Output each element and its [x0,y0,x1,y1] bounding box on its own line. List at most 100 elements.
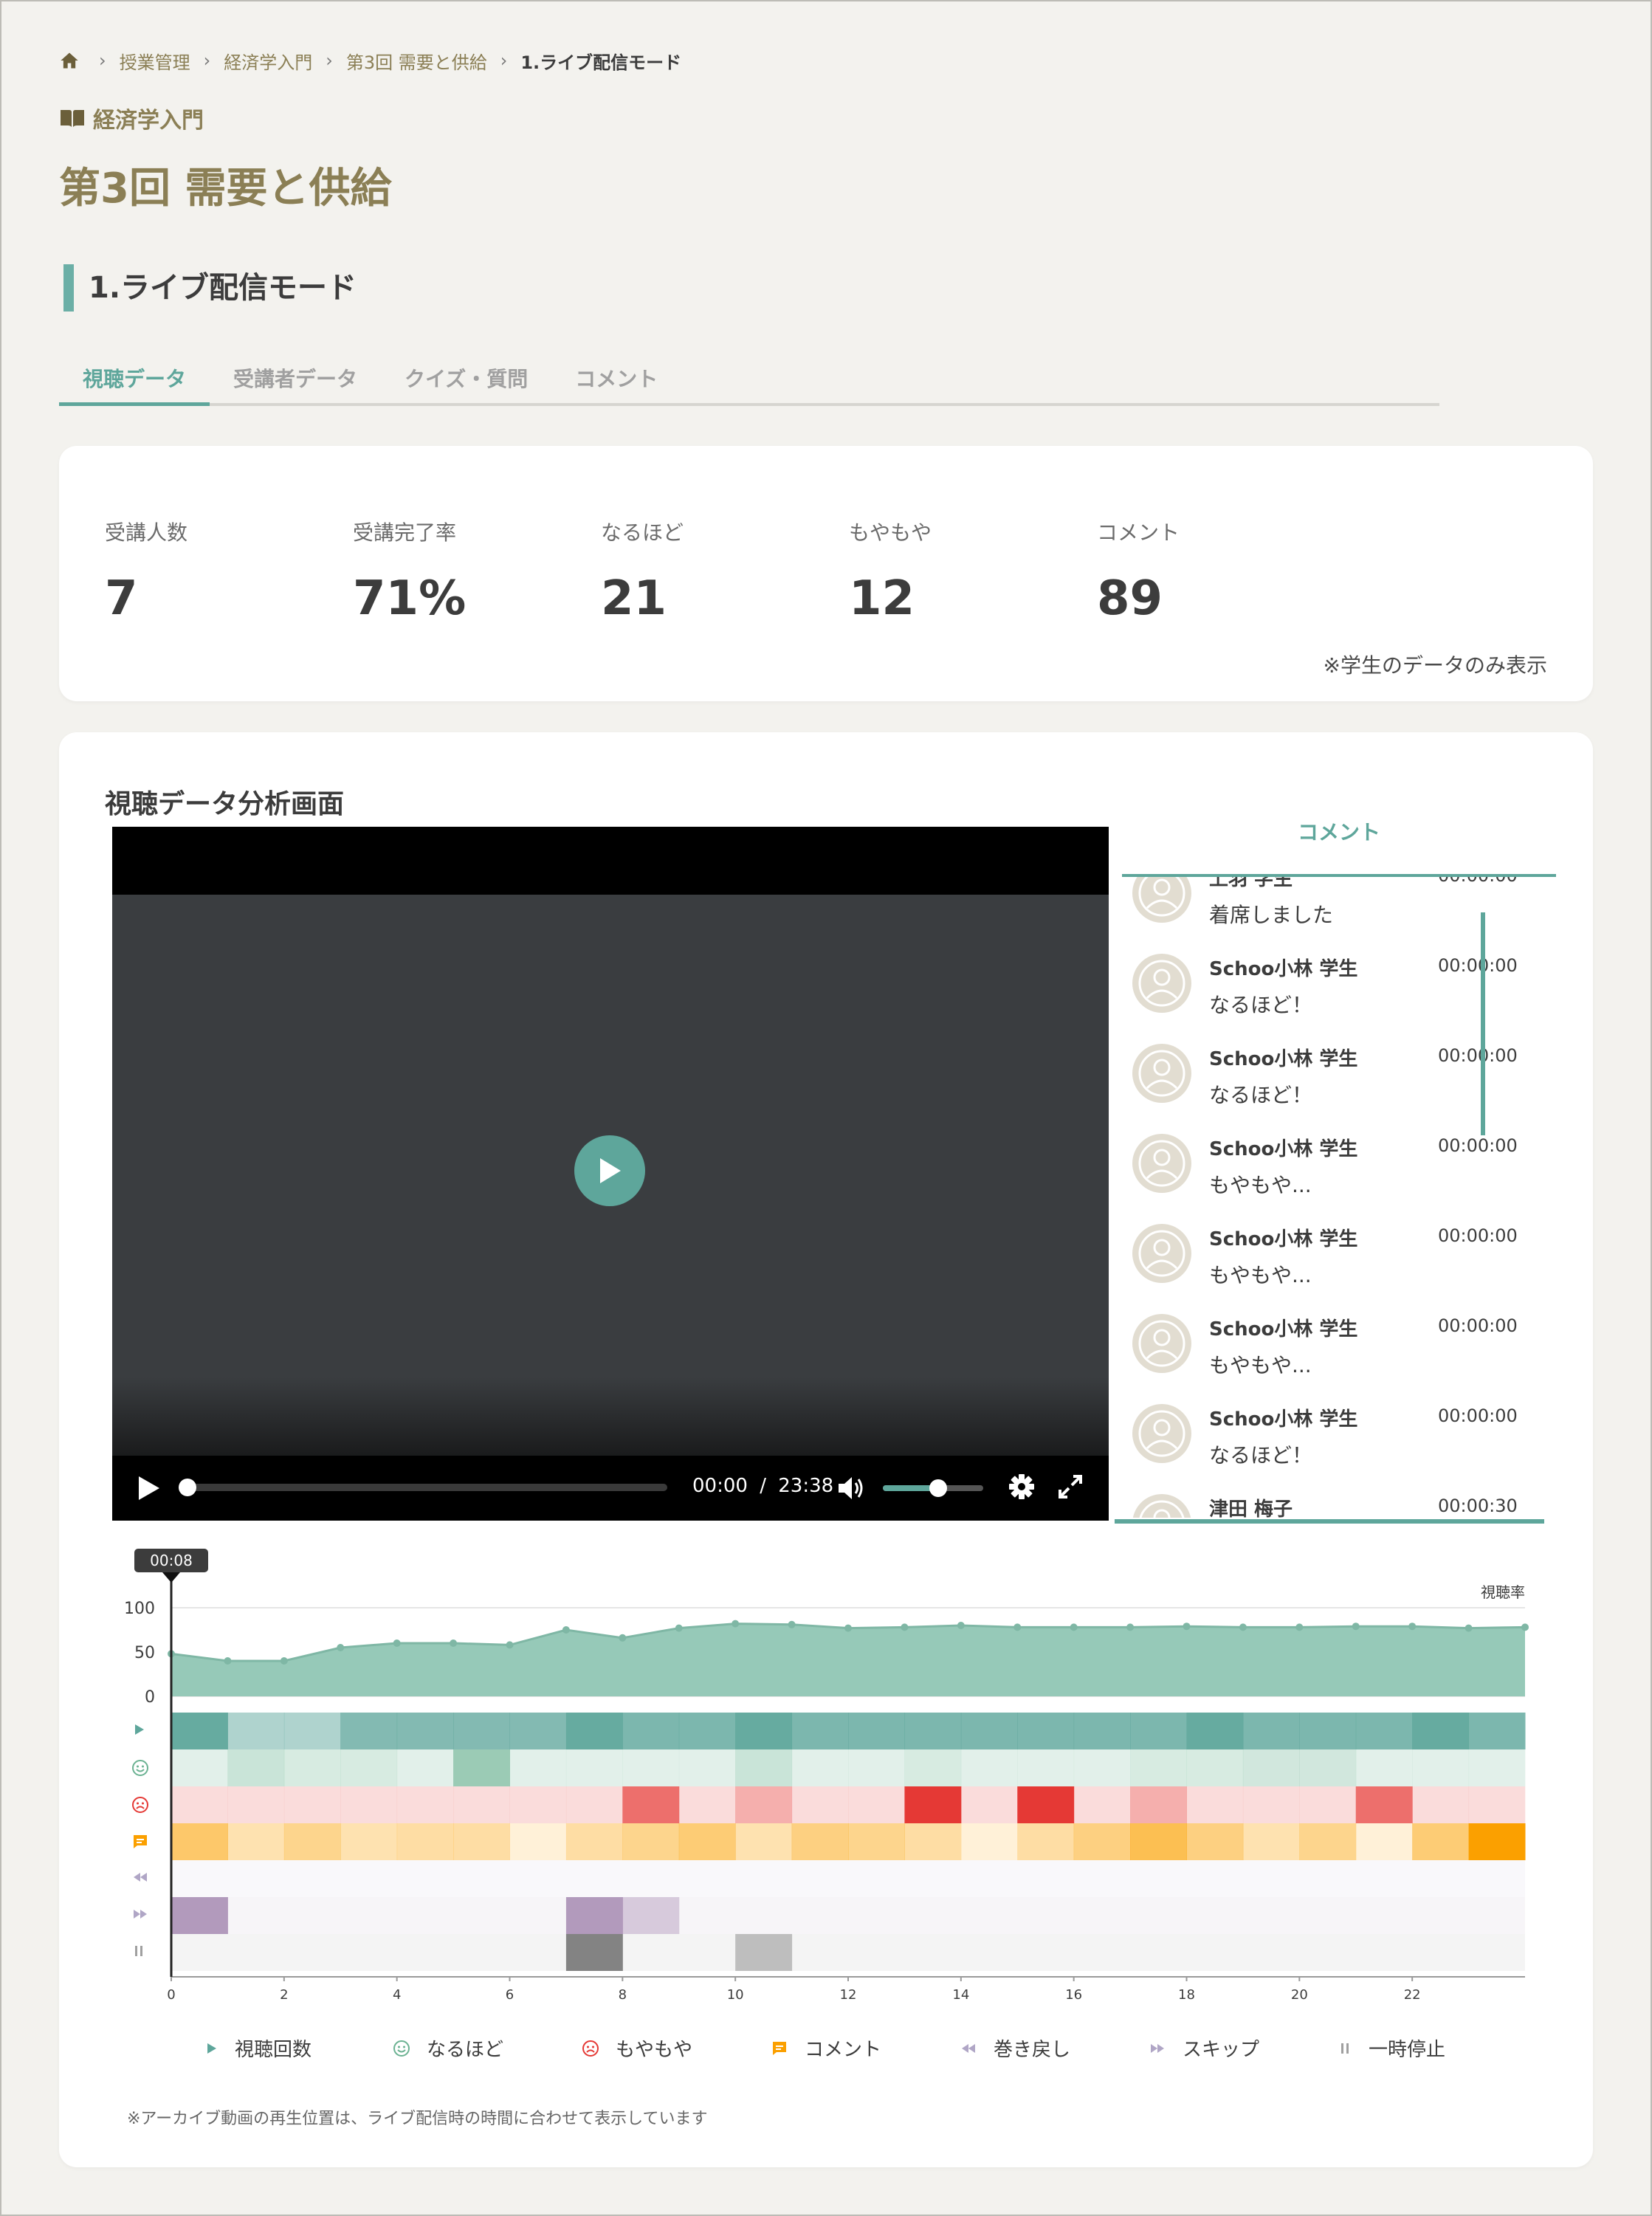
comment-text: なるほど！ [1209,1083,1313,1107]
pause-icon [1338,2041,1352,2056]
stat-label: なるほど [601,520,684,545]
comment-author: 津田 梅子 [1209,1498,1293,1518]
smile-icon [393,2040,410,2057]
heat-cell [904,1713,962,1749]
data-point [562,1626,570,1634]
breadcrumb-item-lesson[interactable]: 第3回 需要と供給 [346,48,487,74]
heat-cell [960,1713,1018,1749]
play-button[interactable] [137,1475,161,1501]
volume-slider[interactable] [883,1479,983,1497]
data-point [1239,1623,1247,1631]
stat-moyamoya: もやもや 12 [849,517,932,626]
chevron-right-icon: › [99,50,106,71]
heat-cell [1355,1823,1413,1860]
comment-icon [771,2040,788,2057]
fullscreen-icon[interactable] [1056,1472,1085,1501]
heat-cell [565,1749,623,1786]
legend-item: スキップ [1149,2034,1338,2062]
heat-cell [283,1713,341,1749]
heat-row-bg [171,1860,1525,1897]
heat-cell [1186,1713,1244,1749]
tab-comments[interactable]: コメント [551,353,681,406]
play-icon [135,1724,144,1735]
heat-cell [340,1786,398,1823]
heat-cell [1468,1749,1526,1786]
data-point [1352,1623,1360,1631]
x-tick-label: 10 [727,1987,744,2003]
heat-cell [227,1823,285,1860]
comment-panel: コメント 上羽 学生 00:00:00 着席しました Schoo小林 学生 00:00:… [1122,806,1556,1524]
heat-cell [396,1823,454,1860]
footnote: ※アーカイブ動画の再生位置は、ライブ配信時の時間に合わせて表示しています [127,2110,708,2128]
chevron-right-icon: › [203,50,211,71]
stat-value: 89 [1097,571,1163,626]
heat-cell [1073,1786,1131,1823]
heat-cell [171,1749,228,1786]
play-overlay-button[interactable] [574,1135,645,1206]
avatar [1132,877,1191,923]
heat-cell [1017,1713,1075,1749]
heat-cell [171,1713,228,1749]
heat-cell [453,1749,510,1786]
data-point [1183,1623,1191,1631]
heat-cell [509,1749,567,1786]
heat-cell [1412,1713,1470,1749]
heat-cell [340,1713,398,1749]
heat-cell [396,1713,454,1749]
comment-list[interactable]: 上羽 学生 00:00:00 着席しました Schoo小林 学生 00:00:00 なるほ… [1122,877,1556,1518]
x-tick-label: 22 [1404,1987,1421,2003]
heat-cell [1355,1786,1413,1823]
gear-icon[interactable] [1007,1472,1036,1501]
home-icon[interactable] [59,50,80,71]
heat-cell [622,1786,680,1823]
heat-cell [848,1786,905,1823]
playhead-pointer [162,1572,180,1583]
stat-completion-rate: 受講完了率 71% [353,517,466,626]
breadcrumb: › 授業管理 › 経済学入門 › 第3回 需要と供給 › 1.ライブ配信モード [59,47,695,74]
tab-quiz-question[interactable]: クイズ・質問 [381,353,551,406]
comment-scrollbar[interactable] [1481,912,1485,1135]
time-separator: / [760,1475,766,1497]
stat-value: 71% [353,571,467,626]
seek-bar[interactable] [179,1479,667,1496]
heat-cell [848,1713,905,1749]
heat-cell [678,1749,736,1786]
legend-label: 視聴回数 [235,2039,312,2061]
seek-handle[interactable] [179,1479,196,1496]
volume-handle[interactable] [929,1479,947,1497]
heat-cell [565,1897,623,1934]
stat-value: 12 [849,571,915,626]
y-tick-label: 50 [134,1644,155,1662]
tab-student-data[interactable]: 受講者データ [210,353,381,406]
heat-cell [1130,1749,1187,1786]
comment-time: 00:00:00 [1438,1315,1518,1336]
stat-naruhodo: なるほど 21 [601,517,684,626]
heat-cell [960,1786,1018,1823]
breadcrumb-item-lesson-management[interactable]: 授業管理 [120,48,190,74]
frown-icon [132,1797,148,1813]
stats-note: ※学生のデータのみ表示 [1323,653,1547,678]
data-point [280,1657,288,1665]
data-point [450,1639,458,1647]
comment-item: Schoo小林 学生 00:00:00 なるほど！ [1122,1397,1543,1487]
volume-icon[interactable] [836,1473,865,1503]
x-tick-label: 0 [167,1987,175,2003]
stat-label: 受講完了率 [353,520,457,545]
breadcrumb-item-course[interactable]: 経済学入門 [224,48,312,74]
heat-cell [735,1786,793,1823]
heat-cell [791,1786,849,1823]
video-player[interactable]: 00:00 / 23:38 [112,827,1109,1521]
comment-panel-tab[interactable]: コメント [1122,806,1556,877]
heat-cell [171,1897,228,1934]
comment-text: もやもや... [1209,1263,1312,1287]
heat-cell [227,1713,285,1749]
heat-cell [1468,1786,1526,1823]
tab-viewing-data[interactable]: 視聴データ [59,353,210,406]
heat-cell [1242,1786,1300,1823]
legend-item: なるほど [393,2034,582,2062]
chart-legend: 視聴回数 なるほど もやもや コメント 巻き戻し スキップ 一時停止 [204,2034,1485,2062]
heat-cell [453,1713,510,1749]
x-tick-label: 18 [1178,1987,1195,2003]
play-icon [204,2041,218,2056]
heat-cell [227,1786,285,1823]
